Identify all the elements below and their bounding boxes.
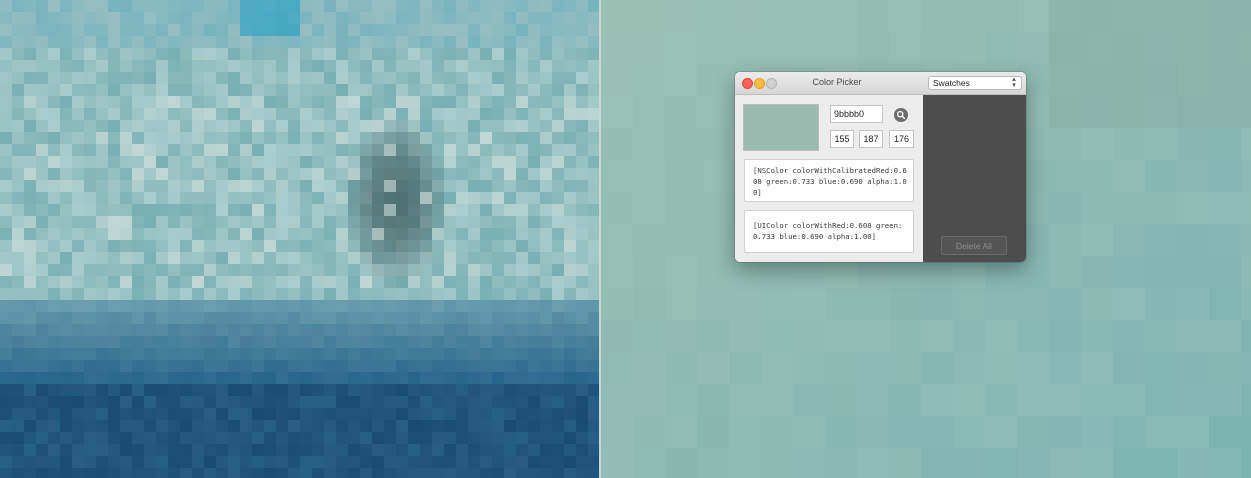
red-field[interactable]: 155 <box>830 130 854 148</box>
mode-select[interactable]: Swatches ▴ ▾ <box>928 76 1022 90</box>
zoom-button[interactable] <box>766 78 777 89</box>
close-button[interactable] <box>742 78 753 89</box>
blue-field[interactable]: 176 <box>889 130 914 148</box>
title-bar[interactable]: Color Picker Swatches ▴ ▾ <box>735 72 1026 95</box>
minimize-button[interactable] <box>754 78 765 89</box>
window-title: Color Picker <box>812 77 862 87</box>
mode-select-value: Swatches <box>933 78 970 88</box>
hex-field[interactable]: 9bbbb0 <box>830 105 883 123</box>
picker-pane: 9bbbb0 155 187 176 [NSColor colorWithCal… <box>735 95 923 262</box>
uicolor-code-box[interactable]: [UIColor colorWithRed:0.608 green:0.733 … <box>744 210 914 253</box>
chevron-updown-icon: ▴ ▾ <box>1012 76 1016 89</box>
color-picker-window: Color Picker Swatches ▴ ▾ 9bbbb0 155 187 … <box>735 72 1026 262</box>
pixel-grid <box>0 0 599 478</box>
color-preview-swatch <box>743 104 819 151</box>
zoomed-loupe-image <box>0 0 599 478</box>
swatches-pane: Delete All <box>923 95 1026 262</box>
green-field[interactable]: 187 <box>859 130 883 148</box>
delete-all-button[interactable]: Delete All <box>941 236 1007 255</box>
screen: Color Picker Swatches ▴ ▾ 9bbbb0 155 187 … <box>0 0 1251 478</box>
magnifier-icon <box>896 110 906 120</box>
magnifier-button[interactable] <box>894 108 908 122</box>
nscolor-code-box[interactable]: [NSColor colorWithCalibratedRed:0.608 gr… <box>744 159 914 202</box>
